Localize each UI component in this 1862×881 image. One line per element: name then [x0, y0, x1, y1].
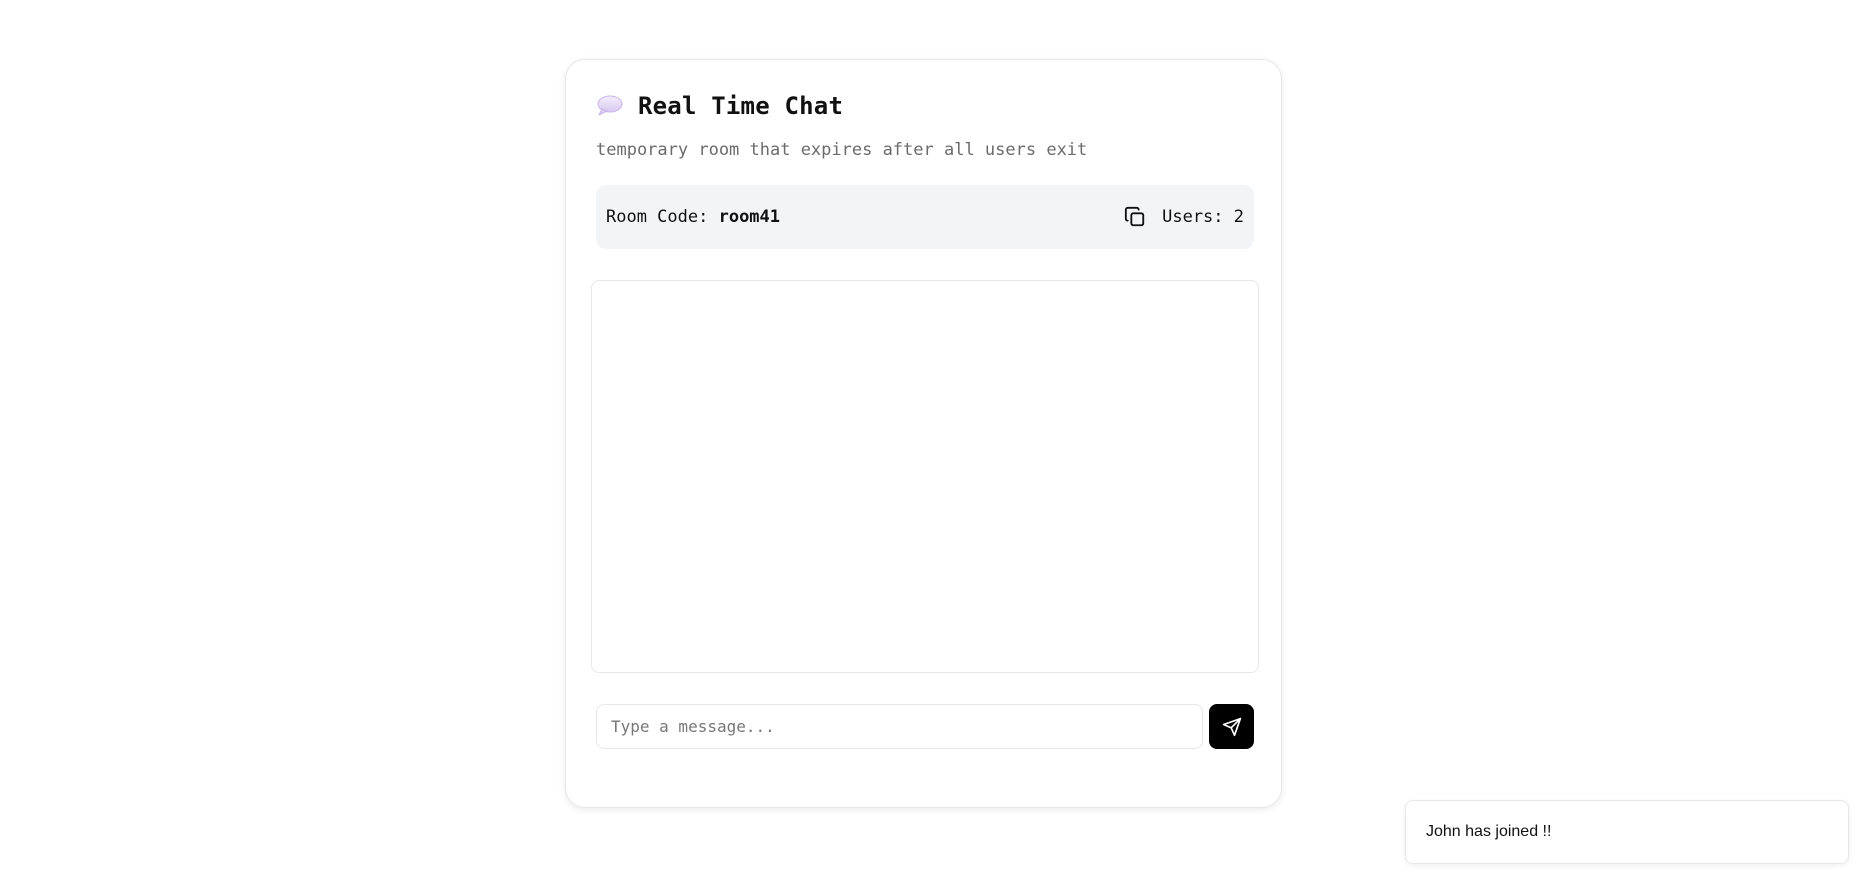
room-code-value: room41 [718, 207, 781, 227]
chat-card: Real Time Chat temporary room that expir… [565, 59, 1282, 808]
send-button[interactable] [1209, 704, 1254, 749]
message-composer [596, 704, 1254, 749]
send-icon [1222, 717, 1241, 736]
copy-icon [1125, 206, 1145, 227]
message-list[interactable] [591, 280, 1259, 673]
speech-bubble-icon [596, 94, 624, 118]
room-code: Room Code: room41 [606, 207, 780, 227]
page-title: Real Time Chat [638, 92, 844, 120]
page-subtitle: temporary room that expires after all us… [596, 140, 1088, 160]
room-code-label: Room Code: [606, 207, 719, 227]
message-input[interactable] [596, 704, 1203, 749]
chat-header: Real Time Chat [596, 92, 843, 120]
toast-notification: John has joined !! [1405, 800, 1849, 864]
users-count: Users: 2 [1162, 207, 1244, 227]
room-info-bar: Room Code: room41 Users: 2 [596, 185, 1254, 249]
room-info-right: Users: 2 [1122, 204, 1244, 230]
toast-text: John has joined !! [1426, 823, 1552, 840]
copy-room-code-button[interactable] [1122, 204, 1148, 230]
